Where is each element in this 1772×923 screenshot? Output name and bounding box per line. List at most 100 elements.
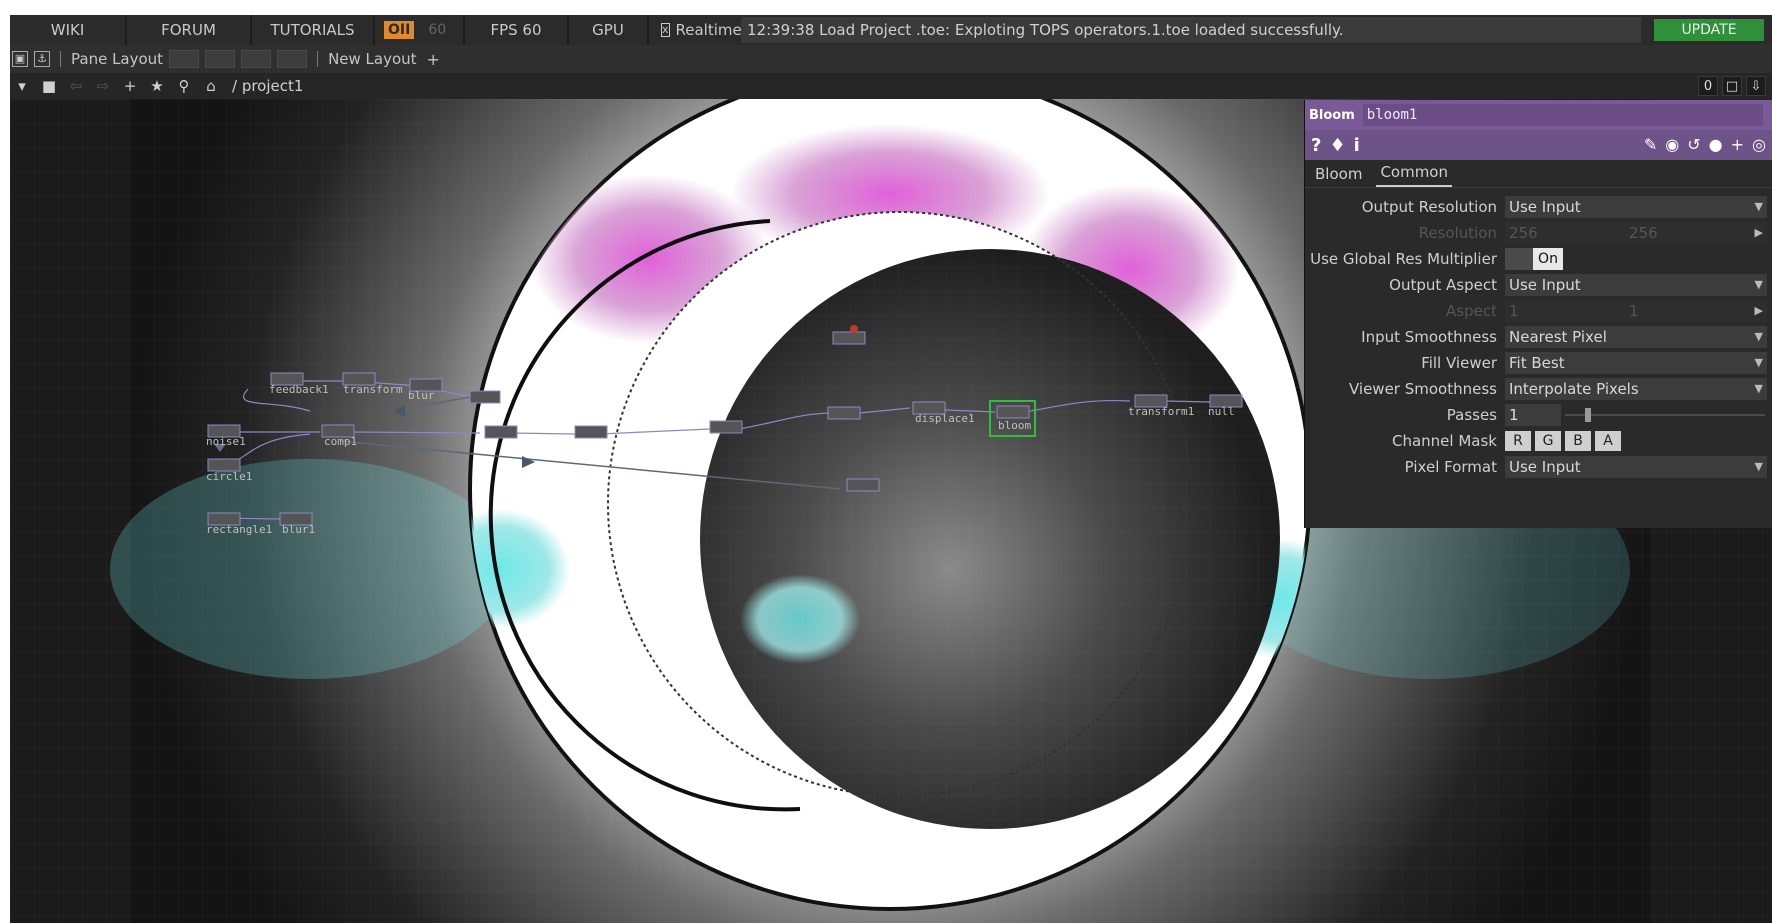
tab-bloom[interactable]: Bloom	[1311, 165, 1366, 187]
parameter-panel: Bloom bloom1 ? ♦ i ✎ ◉ ↺ ● + ◎ Bloom Com…	[1304, 100, 1772, 528]
python-icon[interactable]: ●	[1709, 135, 1723, 154]
dropdown-value: Use Input	[1509, 458, 1581, 476]
channel-r-toggle[interactable]: R	[1505, 431, 1531, 451]
passes-field[interactable]: 1	[1505, 404, 1561, 426]
param-output-aspect: Output Aspect Use Input ▼	[1305, 272, 1772, 298]
svg-text:transform: transform	[343, 383, 403, 396]
target-icon[interactable]: ◎	[1752, 135, 1766, 154]
layout-preset-quad[interactable]	[277, 50, 308, 68]
param-tabs: Bloom Common	[1305, 160, 1772, 188]
op-node-mid[interactable]	[709, 420, 743, 434]
forum-button[interactable]: FORUM	[127, 15, 252, 45]
resolution-field: 256 256 ▶	[1505, 222, 1767, 244]
param-label: Passes	[1446, 406, 1497, 424]
chevron-down-icon[interactable]: ▾	[12, 76, 32, 96]
aspect-x: 1	[1509, 302, 1519, 320]
realtime-checkbox[interactable]: x	[661, 23, 670, 37]
channel-b-toggle[interactable]: B	[1565, 431, 1591, 451]
output-resolution-dropdown[interactable]: Use Input ▼	[1505, 196, 1767, 218]
output-aspect-dropdown[interactable]: Use Input ▼	[1505, 274, 1767, 296]
global-res-toggle[interactable]: On	[1533, 248, 1563, 270]
play-icon: ▶	[1754, 226, 1763, 239]
realtime-toggle[interactable]: x Realtime	[649, 15, 742, 45]
pixel-format-dropdown[interactable]: Use Input ▼	[1505, 456, 1767, 478]
search-icon[interactable]: ⚲	[174, 76, 194, 96]
op-node-small[interactable]	[469, 390, 501, 404]
comment-icon[interactable]: ◉	[1665, 135, 1679, 154]
back-icon[interactable]: ⇦	[66, 76, 86, 96]
op-node-mid[interactable]	[827, 406, 861, 420]
edit-icon[interactable]: ✎	[1644, 135, 1657, 154]
param-input-smoothness: Input Smoothness Nearest Pixel ▼	[1305, 324, 1772, 350]
viewer-smoothness-dropdown[interactable]: Interpolate Pixels ▼	[1505, 378, 1767, 400]
anchor-icon[interactable]: ⚓	[34, 51, 50, 67]
slider-handle[interactable]	[1585, 408, 1591, 422]
op-node-mid[interactable]	[484, 425, 518, 439]
tab-common[interactable]: Common	[1376, 163, 1452, 187]
add-icon[interactable]: +	[1731, 135, 1744, 154]
svg-text:feedback1: feedback1	[269, 383, 329, 396]
status-message: 12:39:38 Load Project .toe: Exploting TO…	[741, 17, 1641, 43]
network-path[interactable]: / project1	[232, 77, 303, 95]
op-node-mid[interactable]	[574, 425, 608, 439]
svg-text:noise1: noise1	[206, 435, 246, 448]
op-noise1[interactable]: noise1	[206, 424, 246, 448]
svg-text:comp1: comp1	[324, 435, 357, 448]
param-label: Pixel Format	[1404, 458, 1497, 476]
star-icon[interactable]: ★	[147, 76, 167, 96]
play-icon: ▶	[1754, 304, 1763, 317]
reset-icon[interactable]: ↺	[1687, 135, 1700, 154]
info-icon[interactable]: i	[1354, 135, 1360, 156]
param-output-resolution: Output Resolution Use Input ▼	[1305, 194, 1772, 220]
param-passes: Passes 1	[1305, 402, 1772, 428]
param-fill-viewer: Fill Viewer Fit Best ▼	[1305, 350, 1772, 376]
forward-icon[interactable]: ⇨	[93, 76, 113, 96]
layout-preset-split-h[interactable]	[241, 50, 272, 68]
fps-cap: 60	[428, 22, 447, 38]
maximize-icon[interactable]: □	[1722, 76, 1742, 96]
dropdown-arrow-icon: ▼	[1754, 356, 1763, 369]
dropdown-value: Interpolate Pixels	[1509, 380, 1639, 398]
pane-type-icon[interactable]: ▣	[12, 51, 28, 67]
svg-text:blur: blur	[408, 389, 435, 402]
operator-name-field[interactable]: bloom1	[1362, 104, 1763, 126]
svg-text:null: null	[1208, 405, 1235, 418]
pane-layout-label: Pane Layout	[71, 50, 164, 68]
download-icon[interactable]: ⇩	[1746, 76, 1766, 96]
layout-preset-single[interactable]	[169, 50, 200, 68]
update-button[interactable]: UPDATE	[1654, 19, 1764, 41]
stop-icon[interactable]: ■	[39, 76, 59, 96]
home-icon[interactable]: ⌂	[201, 76, 221, 96]
aspect-y: 1	[1629, 302, 1639, 320]
new-layout-label: New Layout	[328, 50, 417, 68]
fill-viewer-dropdown[interactable]: Fit Best ▼	[1505, 352, 1767, 374]
input-smoothness-dropdown[interactable]: Nearest Pixel ▼	[1505, 326, 1767, 348]
wiki-button[interactable]: WIKI	[10, 15, 127, 45]
pane-layout-bar: ▣ ⚓ Pane Layout New Layout +	[10, 45, 1772, 73]
param-tools: ✎ ◉ ↺ ● + ◎	[1644, 135, 1766, 154]
aspect-field: 1 1 ▶	[1505, 300, 1767, 322]
python-help-icon[interactable]: ♦	[1329, 135, 1345, 156]
toggle-track[interactable]	[1505, 248, 1533, 270]
tutorials-button[interactable]: TUTORIALS	[252, 15, 375, 45]
oi-toggle[interactable]: OII	[384, 21, 415, 39]
param-global-res: Use Global Res Multiplier On	[1305, 246, 1772, 272]
add-icon[interactable]: +	[120, 76, 140, 96]
op-node-lower[interactable]	[846, 478, 880, 492]
param-pixel-format: Pixel Format Use Input ▼	[1305, 454, 1772, 480]
param-label: Output Aspect	[1389, 276, 1497, 294]
level-indicator[interactable]: 0	[1698, 76, 1718, 96]
op-blur1[interactable]: blur1	[279, 512, 315, 536]
nav-right-tools: 0 □ ⇩	[1698, 76, 1766, 96]
gpu-button[interactable]: GPU	[569, 15, 649, 45]
param-label: Use Global Res Multiplier	[1310, 250, 1497, 268]
op-comp[interactable]: comp1	[321, 424, 357, 448]
divider	[60, 51, 61, 67]
channel-g-toggle[interactable]: G	[1535, 431, 1561, 451]
add-layout-button[interactable]: +	[423, 50, 444, 69]
layout-preset-split-v[interactable]	[205, 50, 236, 68]
svg-text:blur1: blur1	[282, 523, 315, 536]
help-icon[interactable]: ?	[1311, 135, 1321, 156]
passes-slider[interactable]	[1565, 404, 1765, 426]
channel-a-toggle[interactable]: A	[1595, 431, 1621, 451]
